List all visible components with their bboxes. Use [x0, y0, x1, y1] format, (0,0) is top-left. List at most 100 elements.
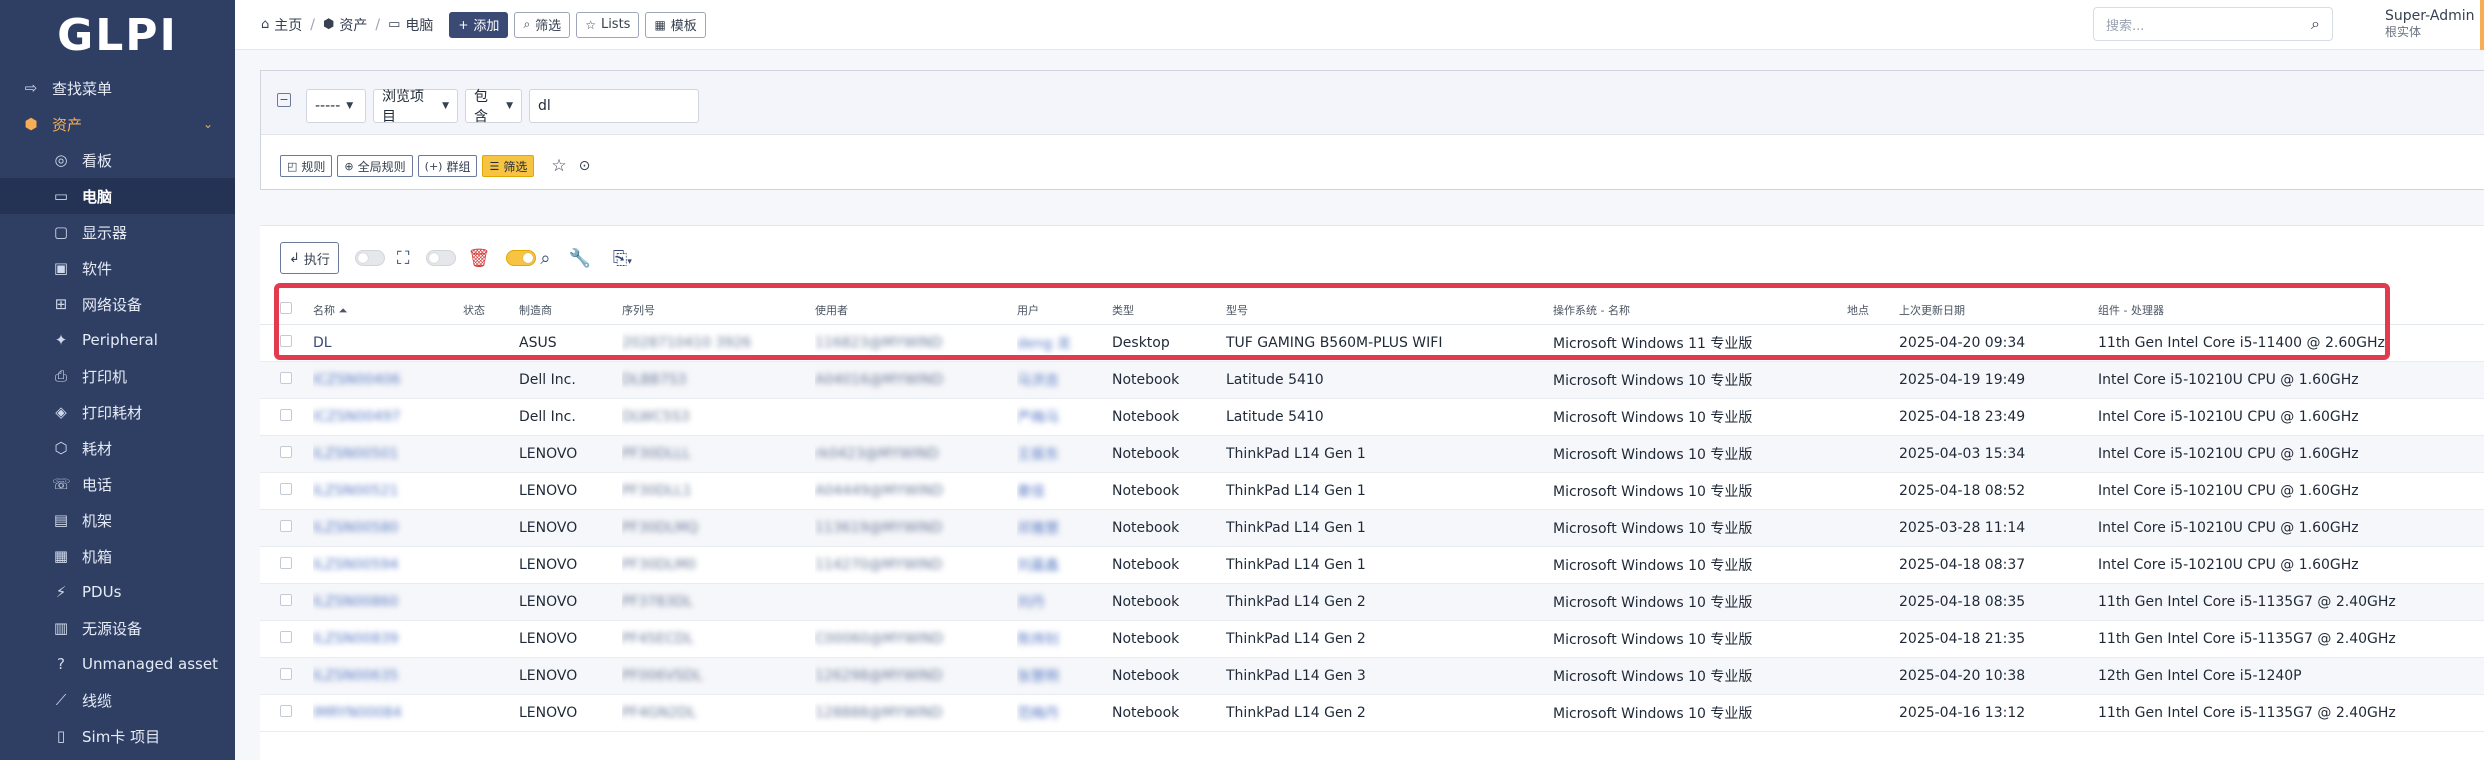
add-global-rule-button[interactable]: ⊕ 全局规则 — [337, 155, 413, 177]
add-rule-button[interactable]: ◰ 规则 — [280, 155, 333, 177]
sidebar-item-network[interactable]: ⊞ 网络设备 — [0, 286, 235, 322]
cell-name[interactable]: DL — [313, 335, 332, 351]
cell-user[interactable]: 刘丹 — [1017, 595, 1045, 611]
table-row[interactable]: ILZSN00501 LENOVO PF30DLLL rk0423@MYWIND 王振东… — [260, 435, 2484, 473]
table-row[interactable]: ILZSN00521 LENOVO PF30DLL1 A04449@MYWIND 娄佳 N… — [260, 472, 2484, 510]
column-header[interactable]: 地点 — [1847, 296, 1899, 325]
breadcrumb-assets[interactable]: 资产 — [339, 15, 367, 35]
cell-name[interactable]: ILZSN00839 — [313, 631, 398, 647]
row-checkbox[interactable] — [280, 593, 292, 606]
sidebar-item-peripheral[interactable]: ✦ Peripheral — [0, 322, 235, 358]
table-row[interactable]: ILZSN00580 LENOVO PF30DLMQ 113619@MYWIND 邓雅慧… — [260, 509, 2484, 547]
cell-user[interactable]: 马洪吉 — [1017, 373, 1059, 389]
sidebar-item-enclosure[interactable]: ▦ 机箱 — [0, 538, 235, 574]
cell-user[interactable]: 范梅丹 — [1017, 706, 1059, 722]
sidebar-item-rack[interactable]: ▤ 机架 — [0, 502, 235, 538]
cell-manufacturer[interactable]: Dell Inc. — [519, 372, 576, 388]
cell-name[interactable]: ILZSN00860 — [313, 594, 398, 610]
cell-user[interactable]: 刘嘉鑫 — [1017, 558, 1059, 574]
cell-manufacturer[interactable]: LENOVO — [519, 520, 577, 536]
execute-button[interactable]: ↲ 执行 — [280, 242, 339, 274]
row-checkbox[interactable] — [280, 519, 292, 532]
cell-user[interactable]: deng 龙 — [1017, 336, 1071, 352]
cell-user[interactable]: 邓雅慧 — [1017, 521, 1059, 537]
sidebar-item-software[interactable]: ▣ 软件 — [0, 250, 235, 286]
sidebar-item-sim-card[interactable]: ▯ Sim卡 项目 — [0, 718, 235, 754]
cell-user[interactable]: 张慧明 — [1017, 669, 1059, 685]
sidebar-item-gauge[interactable]: ◎ 看板 — [0, 142, 235, 178]
row-checkbox[interactable] — [280, 630, 292, 643]
breadcrumb-computers[interactable]: 电脑 — [405, 15, 433, 35]
table-row[interactable]: ILZSN00860 LENOVO PF3783DL 刘丹 Notebook ThinkP… — [260, 583, 2484, 621]
row-checkbox[interactable] — [280, 334, 292, 347]
link-select[interactable]: ----- ▼ — [306, 89, 366, 123]
user-menu[interactable]: Super-Admin 根实体 — [2385, 8, 2474, 40]
sidebar-item-question[interactable]: ? Unmanaged asset — [0, 646, 235, 682]
sidebar-find-menu[interactable]: ⇨ 查找菜单 — [0, 70, 235, 106]
row-checkbox[interactable] — [280, 704, 292, 717]
cell-manufacturer[interactable]: LENOVO — [519, 594, 577, 610]
add-button[interactable]: + 添加 — [449, 11, 509, 38]
column-header[interactable]: 名称 ⏶ — [313, 296, 463, 325]
search-icon[interactable]: ⌕ — [540, 248, 550, 269]
export-file-icon[interactable]: ⎘▾ — [613, 248, 632, 269]
cell-name[interactable]: IMRYN00084 — [313, 705, 402, 721]
field-select[interactable]: 浏览项目 ▼ — [373, 89, 458, 125]
cell-name[interactable]: ILZSN00501 — [313, 446, 398, 462]
column-header[interactable]: 操作系统 - 名称 — [1553, 296, 1847, 325]
trashbin-toggle[interactable] — [354, 250, 385, 266]
fold-criteria-icon[interactable]: − — [277, 93, 291, 107]
breadcrumb-home[interactable]: 主页 — [274, 15, 302, 35]
cell-user[interactable]: 陈炜钊 — [1017, 632, 1059, 648]
table-row[interactable]: ICZSN00406 Dell Inc. DLBB7S3 A04016@MYWIND 马… — [260, 361, 2484, 399]
column-header[interactable]: 制造商 — [519, 296, 622, 325]
global-search-input[interactable]: 搜索... ⌕ — [2093, 7, 2333, 41]
row-checkbox[interactable] — [280, 445, 292, 458]
glpi-logo[interactable]: GLPI — [0, 0, 235, 70]
save-search-star-icon[interactable]: ☆ — [551, 156, 566, 176]
cell-manufacturer[interactable]: LENOVO — [519, 668, 577, 684]
reset-search-icon[interactable]: ⊙ — [579, 158, 591, 174]
sidebar-item-monitor[interactable]: ▢ 显示器 — [0, 214, 235, 250]
column-header[interactable]: 使用者 — [815, 296, 1017, 325]
search-toggle[interactable] — [506, 250, 537, 266]
apply-filter-button[interactable]: ☰ 筛选 — [482, 155, 535, 177]
sidebar-section-assets[interactable]: ⬢ 资产 ⌄ — [0, 106, 235, 142]
cell-name[interactable]: ILZSN00580 — [313, 520, 398, 536]
column-header[interactable]: 类型 — [1112, 296, 1226, 325]
select-all-checkbox[interactable] — [280, 302, 292, 315]
table-row[interactable]: ILZSN00635 LENOVO PF006VSDL 126298@MYWIND 张慧… — [260, 657, 2484, 695]
cell-user[interactable]: 王振东 — [1017, 447, 1059, 463]
cell-name[interactable]: ILZSN00521 — [313, 483, 398, 499]
cell-user[interactable]: 严梅马 — [1017, 410, 1059, 426]
cell-manufacturer[interactable]: LENOVO — [519, 631, 577, 647]
sidebar-item-passive-device[interactable]: ▥ 无源设备 — [0, 610, 235, 646]
wrench-icon[interactable]: 🔧 — [568, 248, 590, 269]
deleted-toggle[interactable] — [425, 250, 456, 266]
table-row[interactable]: ILZSN00594 LENOVO PF30DLM0 114270@MYWIND 刘嘉鑫… — [260, 546, 2484, 584]
cell-name[interactable]: ILZSN00635 — [313, 668, 398, 684]
table-row[interactable]: DL ASUS 2028710410 3926 116823@MYWIND deng 龙… — [260, 324, 2484, 362]
templates-button[interactable]: ▦ 模板 — [645, 11, 706, 38]
column-header[interactable]: 状态 — [463, 296, 519, 325]
row-checkbox[interactable] — [280, 408, 292, 421]
lists-button[interactable]: ☆ Lists — [576, 11, 640, 38]
sidebar-item-pdu[interactable]: ⚡ PDUs — [0, 574, 235, 610]
sidebar-item-printer[interactable]: ⎙ 打印机 — [0, 358, 235, 394]
map-icon[interactable]: ⛶ — [397, 248, 410, 269]
operator-select[interactable]: 包含 ▼ — [465, 89, 522, 125]
column-header[interactable]: 上次更新日期 — [1899, 296, 2098, 325]
table-row[interactable]: ILZSN00839 LENOVO PF45ECDL C00060@MYWIND 陈炜钊… — [260, 620, 2484, 658]
sidebar-item-phone[interactable]: ☏ 电话 — [0, 466, 235, 502]
cell-manufacturer[interactable]: LENOVO — [519, 705, 577, 721]
column-header[interactable]: 序列号 — [622, 296, 815, 325]
column-header[interactable]: 组件 - 处理器 — [2098, 296, 2484, 325]
sidebar-item-cable[interactable]: ⟋ 线缆 — [0, 682, 235, 718]
filter-button[interactable]: ⌕ 筛选 — [514, 11, 571, 38]
sidebar-item-consumable[interactable]: ⬡ 耗材 — [0, 430, 235, 466]
trash-icon[interactable]: 🗑 — [468, 248, 491, 269]
cell-user[interactable]: 娄佳 — [1017, 484, 1045, 500]
criteria-value-input[interactable]: dl — [529, 89, 699, 123]
column-header[interactable]: 型号 — [1226, 296, 1553, 325]
row-checkbox[interactable] — [280, 667, 292, 680]
